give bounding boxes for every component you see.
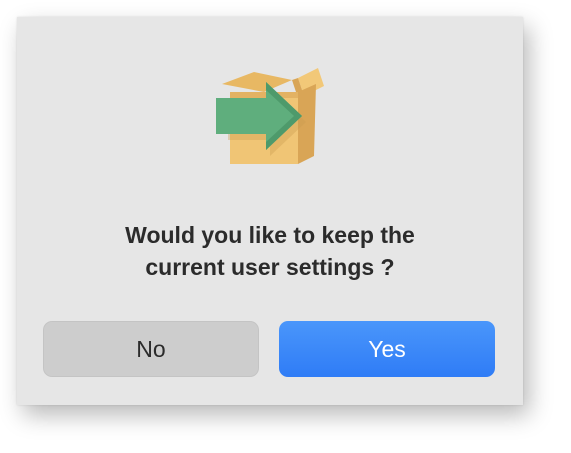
- confirmation-dialog: Would you like to keep the current user …: [17, 17, 523, 405]
- dialog-message-line-2: current user settings ?: [145, 254, 395, 280]
- no-button[interactable]: No: [43, 321, 259, 377]
- dialog-message-line-1: Would you like to keep the: [125, 222, 415, 248]
- box-with-arrow-icon: [214, 62, 326, 172]
- dialog-message: Would you like to keep the current user …: [17, 219, 523, 283]
- yes-button[interactable]: Yes: [279, 321, 495, 377]
